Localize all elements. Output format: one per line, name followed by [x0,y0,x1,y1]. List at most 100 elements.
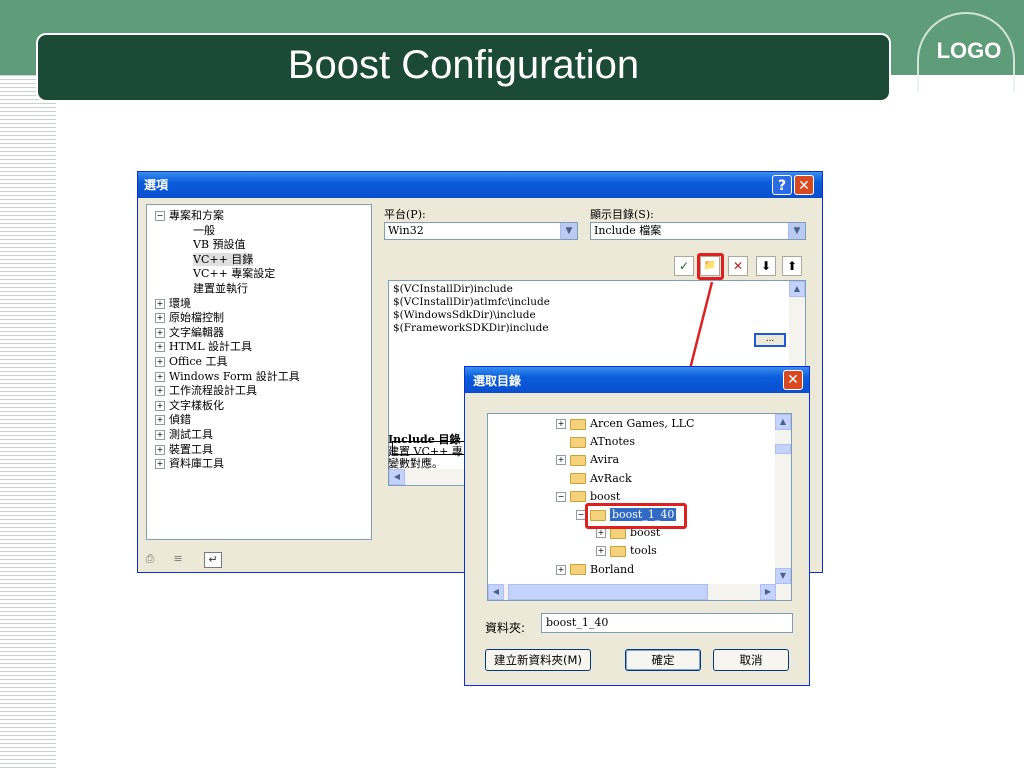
tree-item[interactable]: 建置並執行 [193,282,248,296]
expand-icon[interactable]: + [155,371,165,382]
folder-item-label: ATnotes [590,435,635,449]
slide-title-box: Boost Configuration [36,33,891,102]
tree-item[interactable]: − 專案和方案 [155,209,224,223]
select-folder-dialog: 選取目錄 ✕ + Arcen Games, LLC ATnotes + Avira AvR… [464,366,810,686]
scroll-right-icon[interactable]: ▶ [760,584,776,600]
folder-icon [570,564,586,576]
expand-icon[interactable]: + [155,430,165,440]
expand-icon[interactable]: + [155,444,165,455]
help-button[interactable]: ? [772,175,792,195]
chevron-down-icon[interactable]: ▼ [560,223,577,239]
new-folder-button[interactable]: 建立新資料夾(M) [485,649,591,671]
new-folder-highlight [697,253,724,280]
tree-item[interactable]: + 工作流程設計工具 [155,384,257,398]
tree-item-label: 文字編輯器 [169,325,224,339]
directory-entry[interactable]: $(WindowsSdkDir)\include [393,309,536,322]
expand-icon[interactable]: + [155,459,165,470]
selected-folder-highlight [585,503,687,529]
tree-item[interactable]: 一般 [193,224,215,238]
folder-item[interactable]: + tools [596,543,657,559]
tree-item[interactable]: + 裝置工具 [155,443,213,457]
expand-icon[interactable]: + [155,298,165,309]
expand-icon[interactable]: + [155,313,165,324]
folder-hscrollbar[interactable]: ◀ ▶ [488,584,791,600]
tree-item[interactable]: + 資料庫工具 [155,457,224,471]
delete-icon[interactable]: ✕ [728,256,748,276]
scroll-up-icon[interactable]: ▲ [775,414,791,430]
logo: LOGO [936,38,1002,63]
cancel-button[interactable]: 取消 [713,649,789,671]
expand-icon[interactable]: + [556,419,566,429]
slide-title: Boost Configuration [287,43,640,87]
tree-item[interactable]: + Windows Form 設計工具 [155,370,300,384]
tree-item[interactable]: VC++ 專案設定 [193,267,275,281]
toolbar-icon[interactable]: ↵ [204,552,222,568]
expand-icon[interactable]: + [155,327,165,338]
check-icon[interactable]: ✓ [674,256,694,276]
folder-icon [570,436,586,448]
options-tree[interactable]: − 專案和方案 一般 VB 預設值 VC++ 目錄 VC++ 專案設定 建置並執行 + 環境 + 原… [146,204,372,540]
scroll-thumb[interactable] [508,584,708,600]
directory-entry[interactable]: $(FrameworkSDKDir)include [393,322,549,335]
directory-entry[interactable]: $(VCInstallDir)atlmfc\include [393,296,550,309]
folder-label: 資料夾: [485,621,526,635]
collapse-icon[interactable]: − [556,491,566,502]
expand-icon[interactable]: + [596,528,606,539]
tree-item[interactable]: + Office 工具 [155,355,228,369]
expand-icon[interactable]: + [596,546,606,557]
expand-icon[interactable]: + [556,564,566,575]
tree-item[interactable]: + HTML 設計工具 [155,340,252,354]
close-button[interactable]: ✕ [794,175,814,195]
folder-item-label: AvRack [590,471,632,485]
directory-entry[interactable]: $(VCInstallDir)include [393,283,513,296]
tree-item[interactable]: + 原始檔控制 [155,311,224,325]
ok-button[interactable]: 確定 [625,649,701,671]
scroll-up-icon[interactable]: ▲ [789,281,805,297]
scroll-left-icon[interactable]: ◀ [488,584,504,600]
expand-icon[interactable]: + [155,357,165,367]
collapse-icon[interactable]: − [155,211,165,221]
folder-icon [570,418,586,430]
folder-dialog-title-bar: 選取目錄 ✕ [465,367,809,393]
browse-button[interactable]: ... [754,333,786,347]
folder-icon [570,491,586,503]
toolbar-icon[interactable]: ≡ [170,552,186,566]
move-down-icon[interactable]: ⬇ [756,256,776,276]
folder-item[interactable]: AvRack [556,471,632,487]
toolbar-icon[interactable]: ⎙ [142,552,158,566]
expand-icon[interactable]: + [155,415,165,426]
tree-item-label: VB 預設值 [193,238,246,252]
tree-item[interactable]: + 文字樣板化 [155,399,224,413]
tree-item-label: 文字樣板化 [169,398,224,412]
folder-input[interactable]: boost_1_40 [541,613,793,633]
close-button[interactable]: ✕ [783,370,803,390]
folder-icon [570,473,586,485]
expand-icon[interactable]: + [556,455,566,466]
expand-icon[interactable]: + [155,342,165,353]
show-dirs-select[interactable]: Include 檔案 ▼ [590,222,806,240]
tree-item[interactable]: VB 預設值 [193,238,246,252]
expand-icon[interactable]: + [155,386,165,397]
tree-item-label: 裝置工具 [169,442,213,456]
move-up-icon[interactable]: ⬆ [782,256,802,276]
show-dirs-label: 顯示目錄(S): [590,208,654,221]
tree-item-label: 偵錯 [169,413,191,427]
platform-select[interactable]: Win32 ▼ [384,222,578,240]
folder-item[interactable]: + Arcen Games, LLC [556,416,694,432]
platform-label: 平台(P): [384,208,426,221]
tree-item[interactable]: + 文字編輯器 [155,326,224,340]
scroll-thumb[interactable] [775,444,791,454]
tree-item[interactable]: + 環境 [155,297,191,311]
expand-icon[interactable]: + [155,400,165,411]
scroll-down-icon[interactable]: ▼ [775,568,791,584]
folder-item[interactable]: ATnotes [556,434,635,450]
folder-item[interactable]: + Borland [556,562,634,578]
folder-item-label: tools [630,544,657,558]
folder-item[interactable]: + Avira [556,452,619,468]
tree-item-label: 資料庫工具 [169,457,224,471]
tree-item[interactable]: VC++ 目錄 [193,252,254,267]
tree-item[interactable]: + 偵錯 [155,413,191,427]
tree-item[interactable]: + 測試工具 [155,428,213,442]
folder-vscrollbar[interactable]: ▲ ▼ [775,414,791,600]
chevron-down-icon[interactable]: ▼ [788,223,805,239]
